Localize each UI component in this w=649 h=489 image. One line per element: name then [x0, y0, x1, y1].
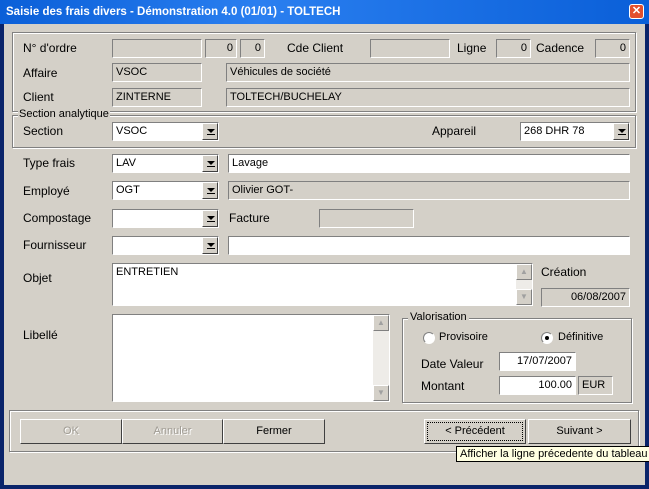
client-label: Client [23, 90, 54, 104]
montant-field[interactable]: 100.00 [499, 376, 576, 395]
fournisseur-label: Fournisseur [23, 238, 87, 252]
provisoire-label[interactable]: Provisoire [439, 331, 488, 343]
client-desc-field[interactable]: TOLTECH/BUCHELAY [226, 88, 630, 107]
employe-label: Employé [23, 184, 70, 198]
definitive-radio[interactable] [541, 332, 553, 344]
close-icon[interactable]: ✕ [629, 4, 644, 19]
appareil-select[interactable]: 268 DHR 78 [520, 122, 630, 141]
objet-value: ENTRETIEN [116, 266, 179, 278]
date-valeur-label: Date Valeur [421, 357, 484, 371]
ordre-field[interactable] [112, 39, 202, 58]
fermer-button[interactable]: Fermer [223, 419, 325, 444]
ligne-field[interactable]: 0 [496, 39, 531, 58]
fournisseur-dropdown-icon[interactable] [202, 237, 218, 254]
client-code-field[interactable]: ZINTERNE [112, 88, 202, 107]
ordre-num2-field[interactable]: 0 [240, 39, 265, 58]
employe-dropdown-icon[interactable] [202, 182, 218, 199]
libelle-label: Libellé [23, 328, 58, 342]
cde-client-field[interactable] [370, 39, 450, 58]
definitive-label[interactable]: Définitive [558, 331, 603, 343]
scroll-up-icon[interactable]: ▲ [516, 264, 532, 280]
facture-label: Facture [229, 211, 270, 225]
provisoire-radio[interactable] [423, 332, 435, 344]
objet-scrollbar[interactable]: ▲ ▼ [516, 264, 532, 305]
date-valeur-field[interactable]: 17/07/2007 [499, 352, 576, 371]
ordre-label: N° d'ordre [23, 41, 77, 55]
cadence-label: Cadence [536, 41, 585, 55]
section-dropdown-icon[interactable] [202, 123, 218, 140]
appareil-label: Appareil [432, 124, 477, 138]
section-label: Section [23, 124, 64, 138]
type-frais-dropdown-icon[interactable] [202, 155, 218, 172]
window: Saisie des frais divers - Démonstration … [0, 0, 649, 489]
compostage-dropdown-icon[interactable] [202, 210, 218, 227]
scroll-up-icon[interactable]: ▲ [373, 315, 389, 331]
objet-label: Objet [23, 271, 52, 285]
montant-label: Montant [421, 379, 465, 393]
affaire-label: Affaire [23, 66, 58, 80]
employe-code: OGT [116, 184, 140, 196]
employe-desc-field[interactable]: Olivier GOT- [228, 181, 630, 200]
cde-client-label: Cde Client [287, 41, 344, 55]
form-body: N° d'ordre 0 0 Cde Client Ligne 0 Cadenc… [4, 24, 649, 485]
ligne-label: Ligne [457, 41, 487, 55]
valorisation-group-label: Valorisation [408, 311, 469, 323]
type-frais-label: Type frais [23, 156, 76, 170]
fournisseur-select[interactable] [112, 236, 219, 255]
fournisseur-desc-field[interactable] [228, 236, 630, 255]
precedent-button[interactable]: < Précédent [424, 419, 526, 444]
creation-label: Création [541, 265, 587, 279]
creation-field: 06/08/2007 [541, 288, 630, 307]
objet-textarea[interactable]: ENTRETIEN ▲ ▼ [112, 263, 533, 306]
libelle-scrollbar[interactable]: ▲ ▼ [373, 315, 389, 401]
type-frais-select[interactable]: LAV [112, 154, 219, 173]
ok-button[interactable]: OK [20, 419, 122, 444]
cadence-field[interactable]: 0 [595, 39, 630, 58]
section-select[interactable]: VSOC [112, 122, 219, 141]
scroll-down-icon[interactable]: ▼ [516, 289, 532, 305]
currency-field: EUR [578, 376, 613, 395]
window-title: Saisie des frais divers - Démonstration … [6, 6, 341, 18]
section-value: VSOC [116, 125, 148, 137]
compostage-label: Compostage [23, 211, 92, 225]
annuler-button[interactable]: Annuler [122, 419, 223, 444]
scroll-down-icon[interactable]: ▼ [373, 385, 389, 401]
type-frais-code: LAV [116, 157, 136, 169]
appareil-value: 268 DHR 78 [524, 125, 585, 137]
facture-field[interactable] [319, 209, 414, 228]
ordre-num1-field[interactable]: 0 [205, 39, 237, 58]
libelle-textarea[interactable]: ▲ ▼ [112, 314, 390, 402]
title-bar[interactable]: Saisie des frais divers - Démonstration … [0, 0, 649, 24]
suivant-button[interactable]: Suivant > [528, 419, 631, 444]
affaire-code-field[interactable]: VSOC [112, 63, 202, 82]
compostage-select[interactable] [112, 209, 219, 228]
tooltip: Afficher la ligne précedente du tableau [456, 446, 649, 462]
type-frais-desc-field[interactable]: Lavage [228, 154, 630, 173]
analytique-group-label: Section analytique [18, 108, 110, 120]
affaire-desc-field[interactable]: Véhicules de société [226, 63, 630, 82]
appareil-dropdown-icon[interactable] [613, 123, 629, 140]
employe-select[interactable]: OGT [112, 181, 219, 200]
